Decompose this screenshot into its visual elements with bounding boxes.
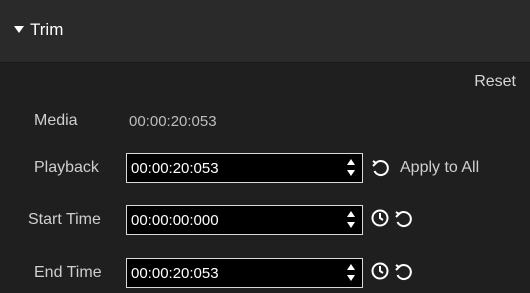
- playback-time-field[interactable]: 00:00:20:053: [126, 153, 363, 183]
- stepper-up-icon[interactable]: [347, 159, 355, 165]
- reset-button[interactable]: Reset: [474, 73, 516, 91]
- media-duration-value: 00:00:20:053: [129, 113, 217, 130]
- start-time-stepper-icon[interactable]: [346, 211, 356, 229]
- media-label: Media: [34, 112, 78, 129]
- start-time-value: 00:00:00:000: [131, 212, 219, 229]
- trim-header[interactable]: Trim: [0, 0, 530, 63]
- end-time-field[interactable]: 00:00:20:053: [126, 258, 363, 288]
- stepper-up-icon[interactable]: [347, 264, 355, 270]
- playback-stepper-icon[interactable]: [346, 159, 356, 177]
- stepper-down-icon[interactable]: [347, 170, 355, 176]
- end-time-value: 00:00:20:053: [131, 265, 219, 282]
- playback-reset-icon[interactable]: [370, 157, 390, 177]
- playback-label: Playback: [34, 159, 99, 176]
- stepper-up-icon[interactable]: [347, 211, 355, 217]
- end-time-stepper-icon[interactable]: [346, 264, 356, 282]
- trim-panel: Trim Reset Media 00:00:20:053 Playback 0…: [0, 0, 530, 293]
- end-time-clock-icon[interactable]: [370, 261, 390, 281]
- end-time-reset-icon[interactable]: [393, 261, 413, 281]
- apply-to-all-button[interactable]: Apply to All: [400, 159, 479, 177]
- panel-title: Trim: [30, 20, 64, 39]
- start-time-field[interactable]: 00:00:00:000: [126, 205, 363, 235]
- start-time-label: Start Time: [28, 211, 101, 228]
- end-time-label: End Time: [34, 264, 102, 281]
- start-time-clock-icon[interactable]: [370, 208, 390, 228]
- stepper-down-icon[interactable]: [347, 275, 355, 281]
- playback-time-value: 00:00:20:053: [131, 160, 219, 177]
- stepper-down-icon[interactable]: [347, 222, 355, 228]
- start-time-reset-icon[interactable]: [393, 208, 413, 228]
- collapse-arrow-icon[interactable]: [14, 26, 24, 33]
